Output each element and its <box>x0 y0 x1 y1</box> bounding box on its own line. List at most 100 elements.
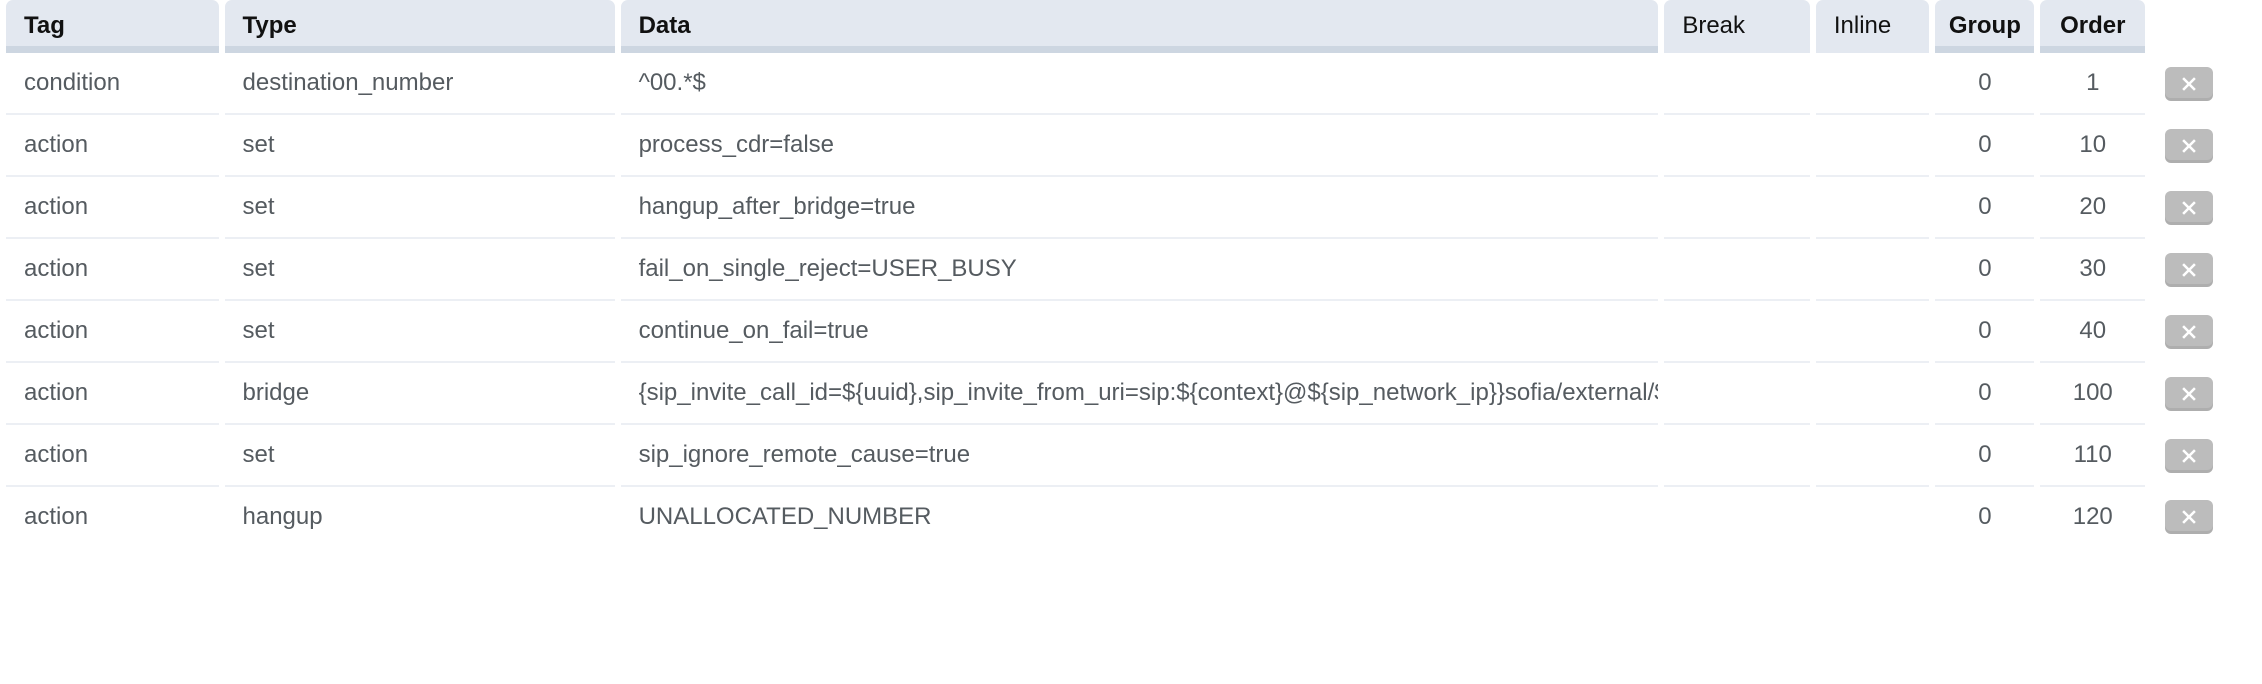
cell-inline <box>1815 177 1930 239</box>
cell-order: 10 <box>2040 115 2146 177</box>
cell-group: 0 <box>1935 487 2035 547</box>
close-icon <box>2182 325 2196 339</box>
cell-inline <box>1815 115 1930 177</box>
close-icon <box>2182 139 2196 153</box>
delete-row-button[interactable] <box>2165 191 2214 225</box>
cell-data: ^00.*$ <box>620 53 1659 115</box>
column-header-data[interactable]: Data <box>620 0 1659 53</box>
delete-row-button[interactable] <box>2165 500 2214 534</box>
cell-data: {sip_invite_call_id=${uuid},sip_invite_f… <box>620 363 1659 425</box>
cell-actions <box>2151 53 2256 115</box>
cell-order: 40 <box>2040 301 2146 363</box>
cell-actions <box>2151 301 2256 363</box>
column-header-type[interactable]: Type <box>224 0 615 53</box>
delete-row-button[interactable] <box>2165 377 2214 411</box>
dialplan-detail-table-container: Tag Type Data Break Inline Group Order c… <box>0 0 2262 684</box>
cell-break <box>1664 425 1810 487</box>
cell-actions <box>2151 115 2256 177</box>
table-header-row: Tag Type Data Break Inline Group Order <box>6 0 2256 53</box>
cell-tag: action <box>6 301 219 363</box>
cell-type: set <box>224 177 615 239</box>
cell-data: continue_on_fail=true <box>620 301 1659 363</box>
close-icon <box>2182 510 2196 524</box>
cell-actions <box>2151 177 2256 239</box>
table-row: action set fail_on_single_reject=USER_BUSY… <box>6 239 2256 301</box>
cell-data: fail_on_single_reject=USER_BUSY <box>620 239 1659 301</box>
delete-row-button[interactable] <box>2165 129 2214 163</box>
cell-inline <box>1815 425 1930 487</box>
table-header: Tag Type Data Break Inline Group Order <box>6 0 2256 53</box>
cell-break <box>1664 53 1810 115</box>
column-header-actions <box>2151 0 2256 53</box>
cell-order: 1 <box>2040 53 2146 115</box>
cell-data: hangup_after_bridge=true <box>620 177 1659 239</box>
cell-order: 30 <box>2040 239 2146 301</box>
cell-order: 110 <box>2040 425 2146 487</box>
cell-inline <box>1815 239 1930 301</box>
table-row: action set hangup_after_bridge=true 0 20 <box>6 177 2256 239</box>
cell-group: 0 <box>1935 115 2035 177</box>
delete-row-button[interactable] <box>2165 315 2214 349</box>
cell-tag: action <box>6 487 219 547</box>
cell-break <box>1664 301 1810 363</box>
cell-actions <box>2151 239 2256 301</box>
cell-type: bridge <box>224 363 615 425</box>
column-header-group[interactable]: Group <box>1935 0 2035 53</box>
delete-row-button[interactable] <box>2165 439 2214 473</box>
table-row: action set process_cdr=false 0 10 <box>6 115 2256 177</box>
delete-row-button[interactable] <box>2165 67 2214 101</box>
cell-break <box>1664 239 1810 301</box>
cell-type: destination_number <box>224 53 615 115</box>
cell-tag: action <box>6 177 219 239</box>
cell-order: 120 <box>2040 487 2146 547</box>
table-body: condition destination_number ^00.*$ 0 1 actio… <box>6 53 2256 547</box>
cell-inline <box>1815 487 1930 547</box>
cell-group: 0 <box>1935 301 2035 363</box>
dialplan-detail-table: Tag Type Data Break Inline Group Order c… <box>0 0 2262 547</box>
close-icon <box>2182 201 2196 215</box>
cell-break <box>1664 487 1810 547</box>
cell-break <box>1664 363 1810 425</box>
close-icon <box>2182 263 2196 277</box>
cell-tag: action <box>6 115 219 177</box>
cell-group: 0 <box>1935 53 2035 115</box>
table-row: action hangup UNALLOCATED_NUMBER 0 120 <box>6 487 2256 547</box>
cell-inline <box>1815 363 1930 425</box>
cell-type: set <box>224 115 615 177</box>
cell-data: process_cdr=false <box>620 115 1659 177</box>
cell-tag: action <box>6 363 219 425</box>
cell-tag: action <box>6 239 219 301</box>
table-row: action set continue_on_fail=true 0 40 <box>6 301 2256 363</box>
cell-group: 0 <box>1935 363 2035 425</box>
cell-order: 100 <box>2040 363 2146 425</box>
column-header-tag[interactable]: Tag <box>6 0 219 53</box>
cell-inline <box>1815 53 1930 115</box>
column-header-break: Break <box>1664 0 1810 53</box>
cell-group: 0 <box>1935 177 2035 239</box>
table-row: condition destination_number ^00.*$ 0 1 <box>6 53 2256 115</box>
cell-inline <box>1815 301 1930 363</box>
table-row: action set sip_ignore_remote_cause=true 0 11… <box>6 425 2256 487</box>
cell-type: set <box>224 425 615 487</box>
close-icon <box>2182 449 2196 463</box>
column-header-inline: Inline <box>1815 0 1930 53</box>
cell-actions <box>2151 425 2256 487</box>
cell-tag: condition <box>6 53 219 115</box>
cell-break <box>1664 177 1810 239</box>
cell-type: set <box>224 301 615 363</box>
cell-actions <box>2151 363 2256 425</box>
close-icon <box>2182 77 2196 91</box>
cell-data: sip_ignore_remote_cause=true <box>620 425 1659 487</box>
cell-break <box>1664 115 1810 177</box>
delete-row-button[interactable] <box>2165 253 2214 287</box>
cell-data: UNALLOCATED_NUMBER <box>620 487 1659 547</box>
cell-tag: action <box>6 425 219 487</box>
table-row: action bridge {sip_invite_call_id=${uuid},… <box>6 363 2256 425</box>
cell-type: set <box>224 239 615 301</box>
cell-order: 20 <box>2040 177 2146 239</box>
column-header-order[interactable]: Order <box>2040 0 2146 53</box>
cell-actions <box>2151 487 2256 547</box>
cell-type: hangup <box>224 487 615 547</box>
cell-group: 0 <box>1935 239 2035 301</box>
cell-group: 0 <box>1935 425 2035 487</box>
